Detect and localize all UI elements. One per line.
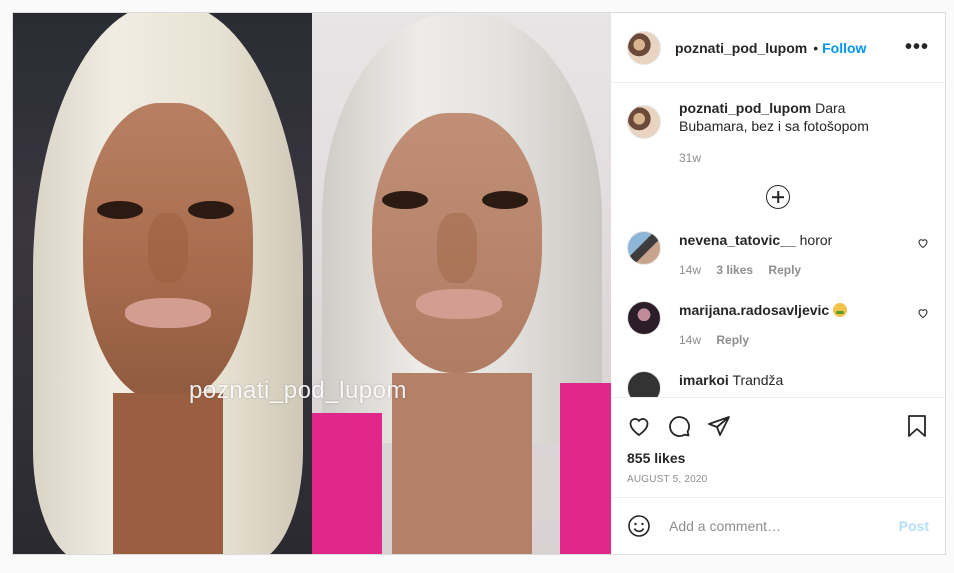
more-options-icon[interactable]: ••• bbox=[905, 36, 929, 59]
post-sidebar: poznati_pod_lupom • Follow ••• poznati_p… bbox=[611, 13, 945, 554]
comment-item: marijana.radosavljevic 14w Reply bbox=[627, 301, 929, 349]
follow-button[interactable]: Follow bbox=[822, 40, 866, 56]
caption-username[interactable]: poznati_pod_lupom bbox=[679, 100, 811, 116]
post-date[interactable]: August 5, 2020 bbox=[627, 474, 929, 485]
comment-item: nevena_tatovic__ horor 14w 3 likes Reply bbox=[627, 231, 929, 279]
caption-avatar[interactable] bbox=[627, 105, 661, 139]
like-comment-icon[interactable] bbox=[917, 237, 929, 249]
commenter-avatar[interactable] bbox=[627, 231, 661, 265]
comment-time[interactable]: 14w bbox=[679, 263, 701, 277]
caption-time[interactable]: 31w bbox=[679, 149, 909, 167]
comment-text: Trandža bbox=[732, 372, 784, 388]
like-comment-icon[interactable] bbox=[917, 307, 929, 319]
comment-input[interactable] bbox=[667, 517, 899, 535]
post-comment-button[interactable]: Post bbox=[899, 518, 929, 534]
add-comment-bar: Post bbox=[611, 497, 945, 554]
commenter-username[interactable]: imarkoi bbox=[679, 372, 729, 388]
author-username[interactable]: poznati_pod_lupom bbox=[675, 40, 807, 56]
author-avatar[interactable] bbox=[627, 30, 661, 65]
share-icon[interactable] bbox=[707, 414, 731, 438]
comment-time[interactable]: 14w bbox=[679, 333, 701, 347]
like-icon[interactable] bbox=[627, 414, 651, 438]
caption: poznati_pod_lupom Dara Bubamara, bez i s… bbox=[627, 99, 929, 167]
commenter-username[interactable]: marijana.radosavljevic bbox=[679, 302, 829, 318]
emoji-icon[interactable] bbox=[627, 514, 651, 538]
load-more-comments-icon[interactable] bbox=[766, 185, 790, 209]
commenter-username[interactable]: nevena_tatovic__ bbox=[679, 232, 796, 248]
after-photo bbox=[312, 13, 611, 554]
post-header: poznati_pod_lupom • Follow ••• bbox=[611, 13, 945, 83]
save-bookmark-icon[interactable] bbox=[905, 414, 929, 438]
comment-item: imarkoi Trandža bbox=[627, 371, 929, 397]
commenter-avatar[interactable] bbox=[627, 371, 661, 397]
before-photo bbox=[13, 13, 312, 554]
commenter-avatar[interactable] bbox=[627, 301, 661, 335]
instagram-post: poznati_pod_lupom poznati_pod_lupom • Fo… bbox=[12, 12, 946, 555]
post-image[interactable]: poznati_pod_lupom bbox=[13, 13, 611, 554]
comment-likes[interactable]: 3 likes bbox=[716, 263, 753, 277]
reply-button[interactable]: Reply bbox=[768, 263, 801, 277]
comment-icon[interactable] bbox=[667, 414, 691, 438]
image-watermark: poznati_pod_lupom bbox=[189, 377, 407, 404]
likes-count[interactable]: 855 likes bbox=[627, 450, 929, 466]
nauseated-face-emoji bbox=[833, 303, 848, 317]
reply-button[interactable]: Reply bbox=[716, 333, 749, 347]
separator-dot: • bbox=[813, 39, 819, 56]
comment-text: horor bbox=[799, 232, 833, 248]
comments-list[interactable]: poznati_pod_lupom Dara Bubamara, bez i s… bbox=[611, 83, 945, 397]
post-actions: 855 likes August 5, 2020 bbox=[611, 397, 945, 497]
